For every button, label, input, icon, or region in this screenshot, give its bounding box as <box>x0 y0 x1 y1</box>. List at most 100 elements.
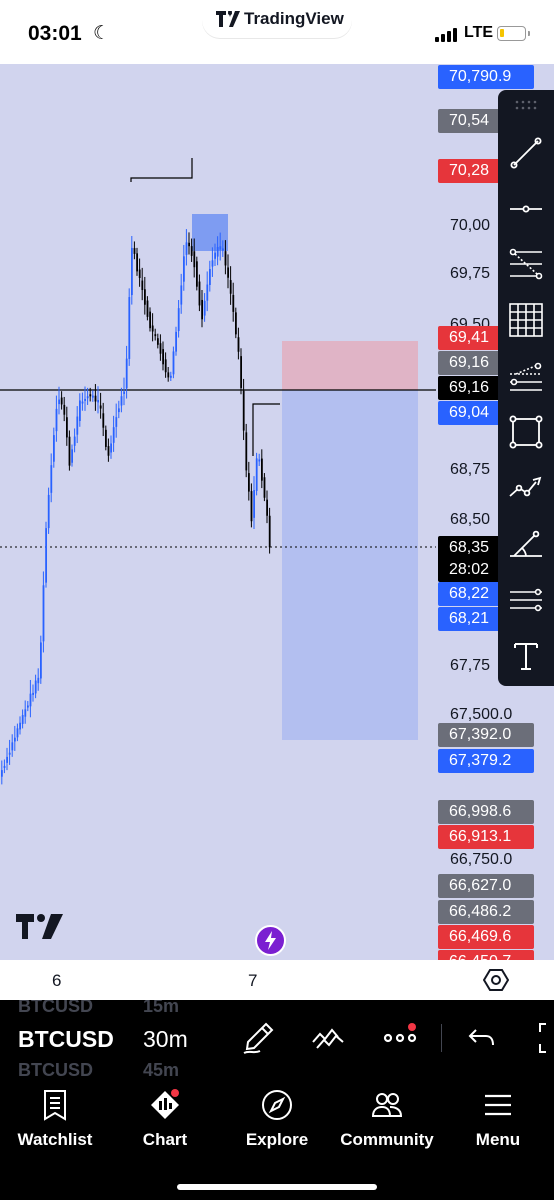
symbol-selector[interactable]: BTCUSD <box>18 1026 114 1053</box>
path-icon[interactable] <box>506 468 546 508</box>
price-badge[interactable]: 67,379.2 <box>438 749 534 773</box>
price-badge[interactable]: 66,913.1 <box>438 825 534 849</box>
candle-body <box>258 459 261 462</box>
candle-body <box>198 281 201 306</box>
nav-label: Watchlist <box>17 1130 93 1149</box>
price-tick: 69,75 <box>450 265 491 282</box>
candle-body <box>11 742 14 751</box>
candle-body <box>157 338 159 345</box>
drag-handle-icon[interactable] <box>514 100 538 110</box>
candle-body <box>266 499 268 516</box>
fullscreen-icon[interactable] <box>530 1020 554 1056</box>
nav-label: Chart <box>142 1130 188 1149</box>
trading-app-screen: 03:01 ☾ TradingView LTE 69,50 70,00 69,7… <box>0 0 554 1200</box>
horizontal-ray-icon[interactable] <box>506 189 546 229</box>
timeframe-selector[interactable]: 30m <box>143 1026 188 1053</box>
candle-body <box>242 390 245 431</box>
candle-body <box>209 269 211 285</box>
time-axis[interactable]: 6 7 <box>0 960 554 1000</box>
candle-body <box>115 417 118 427</box>
short-target-zone[interactable] <box>282 390 418 740</box>
gann-grid-icon[interactable] <box>506 300 546 340</box>
indicators-icon[interactable] <box>382 1020 418 1056</box>
candle-body <box>240 356 242 388</box>
price-badge[interactable]: 66,469.6 <box>438 925 534 949</box>
candle-body <box>149 311 151 329</box>
parallel-lines-icon[interactable] <box>506 580 546 620</box>
candle-body <box>107 446 110 456</box>
candle-body <box>268 515 271 548</box>
pitchfork-icon[interactable] <box>506 356 546 396</box>
candle-body <box>245 432 248 471</box>
candle-body <box>151 325 154 332</box>
candle-body <box>138 269 141 279</box>
candle-body <box>112 427 115 443</box>
community-icon <box>371 1093 403 1117</box>
network-type: LTE <box>464 24 494 41</box>
candle-body <box>185 242 188 255</box>
price-badge[interactable]: 66,486.2 <box>438 900 534 924</box>
candle-body <box>201 299 203 320</box>
candle-body <box>8 752 11 755</box>
drawn-pullback-line[interactable] <box>252 403 280 456</box>
candle-body <box>60 397 63 405</box>
candle-body <box>206 284 209 301</box>
candle-body <box>71 449 73 463</box>
candle-body <box>237 337 240 352</box>
candle-body <box>253 490 255 518</box>
price-badge[interactable]: 66,998.6 <box>438 800 534 824</box>
fib-retracement-icon[interactable] <box>506 244 546 284</box>
nav-menu[interactable]: Menu <box>443 1088 553 1152</box>
price-badge[interactable]: 70,790.9 <box>438 65 534 89</box>
candle-body <box>248 473 250 492</box>
candle-body <box>172 351 175 375</box>
time-tick: 7 <box>248 971 258 990</box>
angle-icon[interactable] <box>506 524 546 564</box>
drawn-high-line[interactable] <box>130 158 193 182</box>
text-icon[interactable] <box>506 636 546 676</box>
candle-body <box>24 709 27 717</box>
nav-explore[interactable]: Explore <box>222 1088 332 1152</box>
candle-body <box>211 260 214 267</box>
next-symbol: BTCUSD <box>18 1060 93 1078</box>
candle-body <box>203 300 206 316</box>
tradingview-logo-icon <box>216 11 240 27</box>
price-tick: 67,75 <box>450 657 491 674</box>
nav-chart[interactable]: Chart <box>110 1088 220 1152</box>
undo-icon[interactable] <box>464 1020 500 1056</box>
candle-body <box>99 405 102 409</box>
lightning-icon[interactable] <box>255 925 286 956</box>
candle-body <box>123 391 125 394</box>
nav-watchlist[interactable]: Watchlist <box>0 1088 110 1152</box>
nav-community[interactable]: Community <box>332 1088 442 1152</box>
candle-body <box>40 642 42 679</box>
rectangle-icon[interactable] <box>506 412 546 452</box>
price-tick: 68,50 <box>450 511 491 528</box>
short-stop-zone[interactable] <box>282 341 418 390</box>
candle-body <box>34 680 37 694</box>
menu-icon <box>485 1094 511 1116</box>
drawing-tools-icon[interactable] <box>310 1020 346 1056</box>
price-badge[interactable]: 67,392.0 <box>438 723 534 747</box>
price-tick: 68,75 <box>450 461 491 478</box>
candle-body <box>118 408 120 413</box>
trend-line-icon[interactable] <box>506 133 546 173</box>
app-banner[interactable]: TradingView <box>202 0 352 38</box>
price-badge[interactable]: 66,627.0 <box>438 874 534 898</box>
candle-body <box>68 436 71 466</box>
nav-label: Community <box>340 1130 434 1149</box>
candle-body <box>6 756 8 763</box>
candle-body <box>89 394 92 397</box>
candle-body <box>188 242 190 247</box>
tradingview-watermark-icon <box>16 914 63 939</box>
candle-body <box>180 285 183 305</box>
candle-body <box>110 443 112 453</box>
settings-icon[interactable] <box>483 967 509 993</box>
brush-icon[interactable] <box>240 1020 276 1056</box>
candle-body <box>76 416 79 435</box>
candle-body <box>224 251 227 266</box>
candle-body <box>79 400 81 421</box>
candle-body <box>73 436 76 446</box>
bottom-navigation: Watchlist Chart Explore Community Menu <box>0 1078 554 1200</box>
price-badge[interactable]: 66,450.7 <box>438 950 534 960</box>
